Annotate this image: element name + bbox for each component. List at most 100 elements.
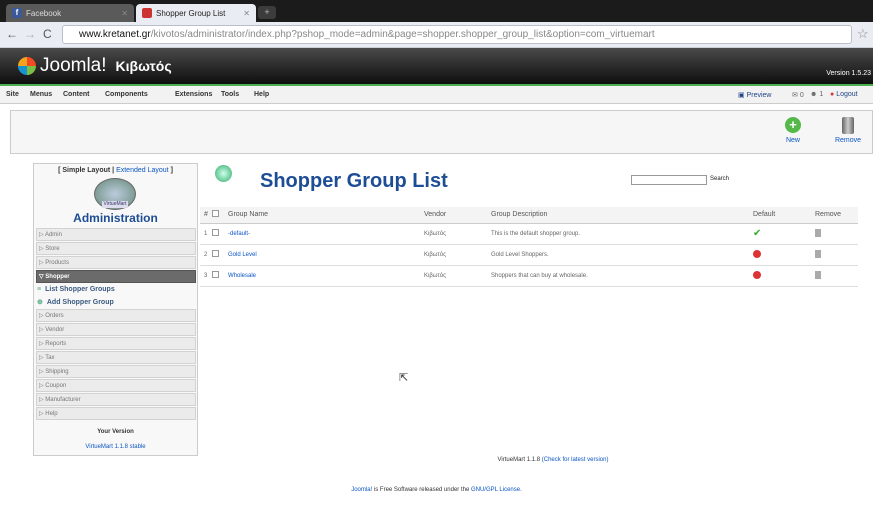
table-row: 3 Wholesale Κιβωτός Shoppers that can bu…: [200, 265, 858, 287]
messages-count[interactable]: ✉ 0: [792, 91, 804, 99]
col-description[interactable]: Group Description: [491, 207, 753, 224]
sidebar-item-vendor[interactable]: ▷ Vendor: [36, 323, 196, 336]
row-number: 1: [200, 223, 212, 245]
facebook-icon: f: [12, 8, 22, 18]
url-domain: www.kretanet.gr: [79, 29, 151, 40]
menu-content[interactable]: Content: [63, 91, 89, 98]
action-toolbar: + New Remove: [10, 110, 873, 154]
add-icon: ⊕: [37, 299, 43, 306]
vendor-cell: Κιβωτός: [424, 223, 491, 245]
version-link[interactable]: VirtueMart 1.1.8 stable: [34, 444, 197, 450]
simple-layout-label[interactable]: [ Simple Layout |: [58, 167, 114, 174]
license-link[interactable]: GNU/GPL License.: [471, 487, 522, 493]
menu-help[interactable]: Help: [254, 91, 269, 98]
remove-cell: [815, 265, 858, 287]
menu-extensions[interactable]: Extensions: [175, 91, 212, 98]
sub-item-add-shopper-group[interactable]: ⊕ Add Shopper Group: [37, 298, 114, 306]
row-checkbox[interactable]: [212, 250, 219, 257]
trash-icon[interactable]: [815, 228, 821, 237]
back-icon[interactable]: ←: [6, 27, 18, 41]
col-group-name[interactable]: Group Name: [228, 207, 424, 224]
description-cell: Gold Level Shoppers.: [491, 244, 753, 266]
not-default-icon[interactable]: [753, 249, 761, 258]
virtuemart-version: VirtueMart 1.1.8 (Check for latest versi…: [353, 457, 753, 463]
sidebar-item-reports[interactable]: ▷ Reports: [36, 337, 196, 350]
your-version-label: Your Version: [97, 429, 134, 435]
sidebar-item-tax[interactable]: ▷ Tax: [36, 351, 196, 364]
select-all-checkbox[interactable]: [212, 210, 219, 218]
group-name-link[interactable]: -default-: [228, 231, 250, 237]
menu-tools[interactable]: Tools: [221, 91, 239, 98]
star-icon[interactable]: ☆: [857, 26, 869, 42]
col-vendor[interactable]: Vendor: [424, 207, 491, 224]
logout-link[interactable]: ● Logout: [830, 91, 858, 98]
group-name-cell: -default-: [228, 223, 424, 245]
check-icon[interactable]: ✔: [753, 228, 761, 239]
sidebar-item-label: Products: [45, 260, 69, 266]
mouse-cursor-icon: ⇱: [399, 372, 409, 384]
sidebar-item-label: Help: [45, 411, 58, 417]
new-label: New: [785, 137, 800, 144]
users-count[interactable]: ☻ 1: [810, 91, 823, 98]
sidebar-item-label: Admin: [44, 232, 62, 238]
vm-version-text: VirtueMart 1.1.8: [497, 457, 541, 463]
tab-facebook[interactable]: f Facebook ✕: [6, 4, 134, 22]
footer-text: is Free Software released under the: [372, 487, 471, 493]
tab-title: Facebook: [26, 8, 62, 18]
check-version-link[interactable]: (Check for latest version): [542, 457, 609, 463]
close-icon[interactable]: ✕: [243, 9, 250, 18]
row-checkbox[interactable]: [212, 271, 219, 278]
browser-tab-bar: f Facebook ✕ Shopper Group List ✕ +: [0, 0, 873, 22]
version-text: Version 1.5.23: [826, 70, 871, 77]
menu-menus[interactable]: Menus: [30, 91, 52, 98]
virtuemart-sidebar: [ Simple Layout | Extended Layout ] Virt…: [33, 163, 198, 456]
sidebar-item-manufacturer[interactable]: ▷ Manufacturer: [36, 393, 196, 406]
forward-icon[interactable]: →: [24, 27, 36, 41]
menu-site[interactable]: Site: [6, 91, 19, 98]
group-name-link[interactable]: Wholesale: [228, 273, 256, 279]
add-icon: +: [785, 117, 801, 133]
group-name-cell: Gold Level: [228, 244, 424, 266]
sidebar-item-store[interactable]: ▷ Store: [36, 242, 196, 255]
sidebar-item-orders[interactable]: ▷ Orders: [36, 309, 196, 322]
search-input[interactable]: [631, 175, 707, 185]
site-name: Κιβωτός: [115, 58, 172, 74]
search-button[interactable]: Search: [710, 176, 729, 182]
sidebar-item-products[interactable]: ▷ Products: [36, 256, 196, 269]
sidebar-item-shipping[interactable]: ▷ Shipping: [36, 365, 196, 378]
remove-button[interactable]: Remove: [833, 117, 863, 144]
admin-menu: Site Menus Content Components Extensions…: [0, 84, 873, 104]
sidebar-item-admin[interactable]: ▷ Admin: [36, 228, 196, 241]
new-button[interactable]: + New: [778, 117, 808, 144]
menu-components[interactable]: Components: [105, 91, 148, 98]
not-default-icon[interactable]: [753, 270, 761, 279]
extended-layout-link[interactable]: Extended Layout: [116, 167, 169, 174]
remove-cell: [815, 223, 858, 245]
sidebar-item-shopper[interactable]: ▽ Shopper: [36, 270, 196, 283]
address-bar[interactable]: www.kretanet.gr/kivotos/administrator/in…: [62, 25, 852, 44]
trash-icon[interactable]: [815, 249, 821, 258]
row-checkbox[interactable]: [212, 229, 219, 236]
default-cell: [753, 244, 815, 266]
sub-item-list-shopper-groups[interactable]: ≡ List Shopper Groups: [37, 286, 115, 293]
tab-shopper-group-list[interactable]: Shopper Group List ✕: [136, 4, 256, 22]
close-icon[interactable]: ✕: [121, 9, 128, 18]
sidebar-item-help[interactable]: ▷ Help: [36, 407, 196, 420]
logo-text: Joomla!: [40, 55, 107, 76]
trash-icon[interactable]: [815, 270, 821, 279]
reload-icon[interactable]: C: [43, 27, 52, 41]
main-content: Shopper Group List Search # Group Name V…: [198, 156, 862, 474]
new-tab-button[interactable]: +: [258, 6, 276, 19]
group-name-link[interactable]: Gold Level: [228, 252, 257, 258]
remove-label: Remove: [834, 137, 862, 144]
browser-toolbar: ← → C www.kretanet.gr/kivotos/administra…: [0, 22, 873, 48]
preview-link[interactable]: ▣ Preview: [738, 91, 771, 99]
col-checkbox: [212, 207, 228, 224]
joomla-link[interactable]: Joomla!: [351, 487, 372, 493]
row-checkbox-cell: [212, 265, 228, 287]
joomla-logo: Joomla! Κιβωτός: [18, 55, 172, 77]
sub-item-label: Add Shopper Group: [46, 299, 114, 306]
remove-cell: [815, 244, 858, 266]
sidebar-item-coupon[interactable]: ▷ Coupon: [36, 379, 196, 392]
table-row: 1 -default- Κιβωτός This is the default …: [200, 223, 858, 245]
